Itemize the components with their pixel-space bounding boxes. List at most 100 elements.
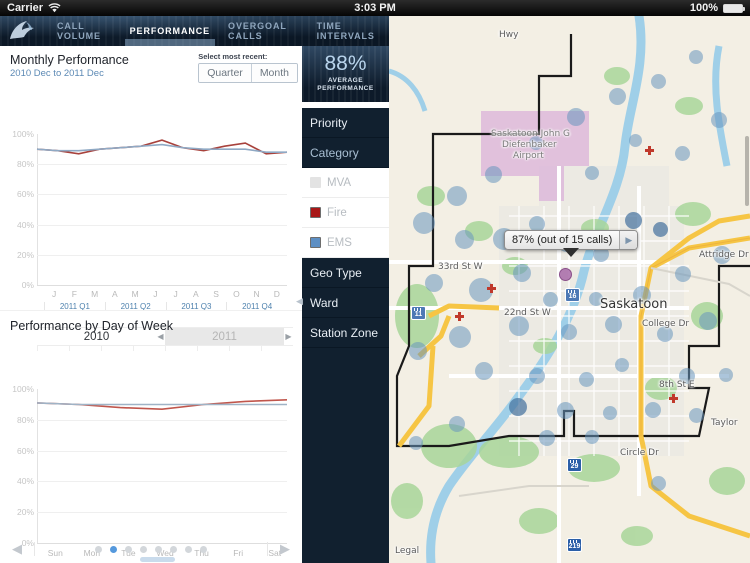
day-of-week-chart: 100% 80% 60% 40% 20% 0% [12,384,288,548]
month-tick: N [253,289,260,299]
month-button[interactable]: Month [250,64,297,82]
highway-shield-219: 219 [567,538,582,552]
pager-dot[interactable] [140,545,147,553]
month-tick: S [213,289,219,299]
incident-blob [603,406,617,420]
tab-call-volume[interactable]: CALL VOLUME [48,16,121,46]
selected-incident-marker[interactable] [559,268,572,281]
pager-dot[interactable] [125,545,132,553]
incident-blob [711,112,727,128]
app-root: Carrier 3:03 PM 100% CALL VOLUME PERFORM… [0,0,750,563]
filter-option-mva[interactable]: MVA [302,168,389,198]
pager-dot[interactable] [185,545,192,553]
incident-blob [449,326,471,348]
month-tick: J [52,289,57,299]
incident-blob [689,50,703,64]
incident-blob [689,408,704,423]
pager-dot[interactable] [170,545,177,553]
filter-station-zone-label: Station Zone [310,325,379,340]
incident-blob [413,212,435,234]
triangle-right-icon[interactable]: ▶ [268,541,302,557]
map-label: Attridge Dr [699,250,749,260]
filter-geo-type[interactable]: Geo Type [302,258,389,288]
filter-sidebar-filler [302,348,389,563]
chevron-right-icon[interactable]: ▶ [619,231,638,249]
incident-blob [651,74,666,89]
highway-shield-29: 29 [567,458,582,472]
highway-shield-16: 16 [565,288,580,302]
app-logo-icon [6,18,44,44]
wifi-icon [48,3,61,13]
y-axis-tick-label: 100% [12,384,34,394]
incident-blob [625,212,642,229]
hospital-icon [669,394,678,403]
fire-color-swatch [310,207,321,218]
incident-blob [539,430,555,446]
hospital-icon [455,312,464,321]
tooltip-tail [563,248,580,257]
incident-blob [455,230,474,249]
hospital-icon [645,146,654,155]
pager-dot[interactable] [155,545,162,553]
pager-dot[interactable] [95,545,102,553]
map-label: Legal [395,546,420,556]
filter-priority[interactable]: Priority [302,108,389,138]
map-collapse-handle-icon[interactable]: ◀ [296,296,303,307]
monthly-title-block: Monthly Performance 2010 Dec to 2011 Dec [10,53,129,79]
carrier-label: Carrier [7,2,44,14]
incident-blob [509,398,527,416]
map-tooltip-text: 87% (out of 15 calls) [512,234,613,246]
filter-ward[interactable]: Ward [302,288,389,318]
map-tooltip[interactable]: 87% (out of 15 calls) ▶ [504,230,639,257]
filter-option-ems-label: EMS [327,236,352,249]
map-label: Airport [513,151,544,161]
filter-option-fire[interactable]: Fire [302,198,389,228]
incident-blob [485,166,502,183]
map-label: 8th St E [659,380,695,390]
month-tick: M [91,289,99,299]
filter-sidebar: 88% AVERAGE PERFORMANCE Priority Categor… [302,46,389,563]
map-label: 33rd St W [438,262,483,272]
average-performance-kpi: 88% AVERAGE PERFORMANCE [302,46,389,102]
month-tick: O [233,289,240,299]
pager-dots [35,545,267,553]
select-most-recent-control: Select most recent: Quarter Month [198,52,298,83]
status-bar-right: 100% [689,2,745,14]
month-tick: A [112,289,118,299]
incident-blob [651,476,666,491]
incident-blob [425,274,443,292]
filter-station-zone[interactable]: Station Zone [302,318,389,348]
incident-blob [409,436,423,450]
tab-overgoal-calls[interactable]: OVERGOAL CALLS [219,16,308,46]
y-axis-tick-label: 0% [21,280,34,290]
filter-geo-type-label: Geo Type [310,265,362,280]
filter-option-ems[interactable]: EMS [302,228,389,258]
map-scrollbar[interactable] [745,136,749,206]
month-tick: J [173,289,178,299]
pager-dot[interactable] [200,545,207,553]
battery-percent-label: 100% [689,2,718,14]
incident-blob [447,186,467,206]
incident-blob [557,402,574,419]
tab-time-intervals[interactable]: TIME INTERVALS [308,16,389,46]
incident-blob [567,108,585,126]
status-bar-time: 3:03 PM [354,2,396,14]
y-axis-tick-label: 40% [16,219,34,230]
incident-blob [629,134,642,147]
y-axis-tick-label: 20% [16,507,34,518]
tab-performance[interactable]: PERFORMANCE [121,16,219,46]
month-tick: A [193,289,199,299]
pager-dot[interactable] [110,545,117,553]
hospital-icon [487,284,496,293]
incident-blob [645,402,661,418]
quarter-button[interactable]: Quarter [199,64,251,82]
nav-tabs: CALL VOLUME PERFORMANCE OVERGOAL CALLS T… [48,16,389,46]
horizontal-scrollbar[interactable] [140,557,175,562]
dashboard-left-column: Monthly Performance 2010 Dec to 2011 Dec… [0,46,302,563]
incident-blob [609,88,626,105]
filter-category[interactable]: Category [302,138,389,168]
incident-map[interactable]: 29 219 16 11 87% (out of 15 calls) ▶ Sas… [389,16,750,563]
incident-blob [561,324,577,340]
incident-blob [615,358,629,372]
triangle-left-icon[interactable]: ◀ [0,541,34,557]
